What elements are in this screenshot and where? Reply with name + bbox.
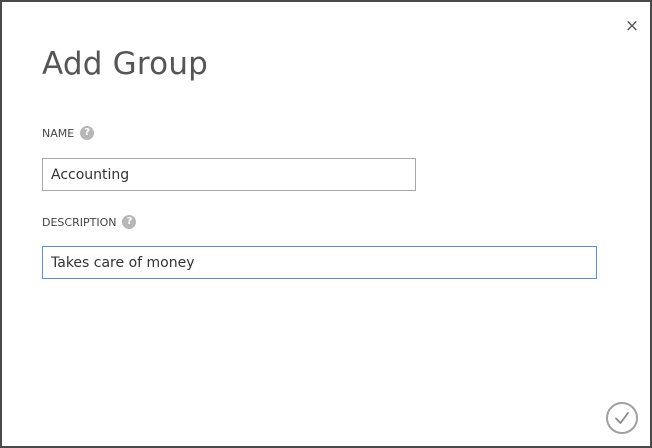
name-input[interactable]: [42, 158, 416, 191]
description-label-row: DESCRIPTION ?: [42, 215, 137, 229]
confirm-button[interactable]: [606, 402, 638, 434]
description-help-icon[interactable]: ?: [122, 215, 137, 229]
description-label: DESCRIPTION: [42, 215, 117, 229]
checkmark-icon: [615, 412, 629, 424]
description-input[interactable]: [42, 246, 597, 279]
close-icon[interactable]: ×: [625, 16, 639, 36]
name-label: NAME: [42, 126, 75, 140]
name-label-row: NAME ?: [42, 126, 95, 140]
dialog-title: Add Group: [42, 46, 209, 82]
add-group-dialog: × Add Group NAME ? DESCRIPTION ?: [0, 0, 652, 448]
close-button[interactable]: ×: [622, 16, 642, 36]
name-help-icon[interactable]: ?: [80, 126, 95, 140]
